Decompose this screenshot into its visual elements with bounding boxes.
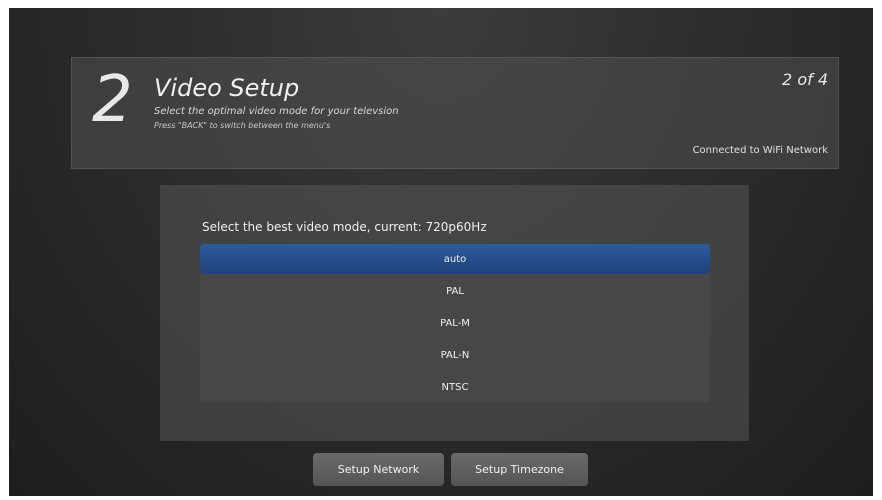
back-hint: Press "BACK" to switch between the menu'… <box>154 121 331 130</box>
step-number: 2 <box>92 63 133 137</box>
mode-option-label: NTSC <box>441 381 469 393</box>
tv-screen: 2 Video Setup Select the optimal video m… <box>9 8 873 496</box>
video-mode-list: auto PAL PAL-M PAL-N NTSC <box>200 244 710 402</box>
mode-option-label: PAL-N <box>440 349 470 361</box>
step-counter: 2 of 4 <box>782 70 828 89</box>
video-mode-panel: Select the best video mode, current: 720… <box>160 185 749 441</box>
video-mode-prompt: Select the best video mode, current: 720… <box>202 220 487 234</box>
mode-option-label: PAL <box>446 285 464 297</box>
mode-option-ntsc[interactable]: NTSC <box>200 372 710 402</box>
mode-option-pal[interactable]: PAL <box>200 276 710 306</box>
setup-network-button[interactable]: Setup Network <box>313 453 444 486</box>
setup-timezone-button[interactable]: Setup Timezone <box>451 453 588 486</box>
mode-option-pal-m[interactable]: PAL-M <box>200 308 710 338</box>
mode-option-auto[interactable]: auto <box>200 244 710 274</box>
connection-status: Connected to WiFi Network <box>692 145 828 156</box>
page-subtitle: Select the optimal video mode for your t… <box>154 106 399 117</box>
mode-option-label: PAL-M <box>440 317 470 329</box>
page-title: Video Setup <box>154 74 300 102</box>
setup-header: 2 Video Setup Select the optimal video m… <box>71 57 839 169</box>
mode-option-label: auto <box>443 253 467 265</box>
mode-option-pal-n[interactable]: PAL-N <box>200 340 710 370</box>
